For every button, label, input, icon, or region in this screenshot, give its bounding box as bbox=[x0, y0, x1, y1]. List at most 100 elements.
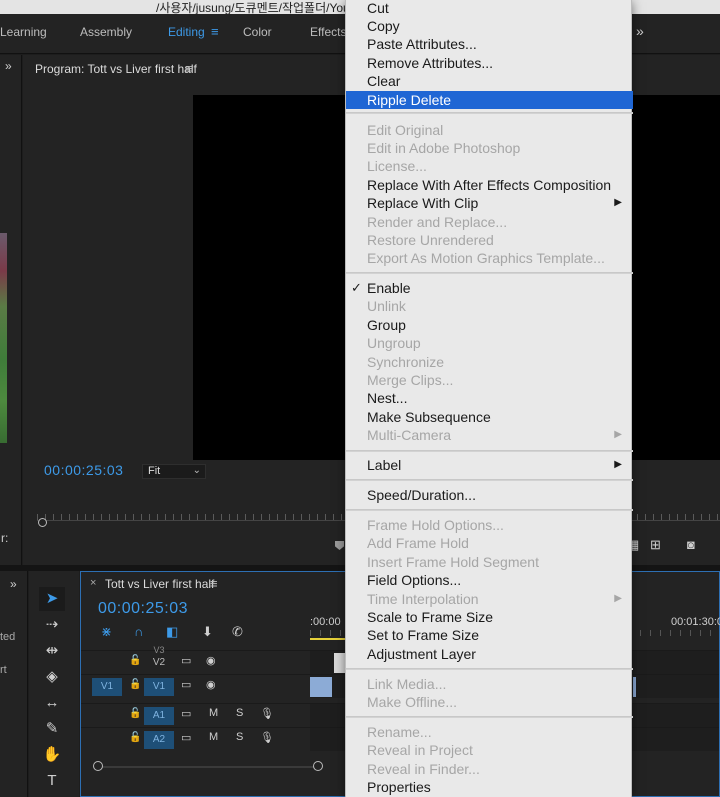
menu-item-speed-duration[interactable]: Speed/Duration... bbox=[346, 486, 633, 504]
work-area-bar[interactable] bbox=[310, 638, 350, 640]
timeline-timecode[interactable]: 00:00:25:03 bbox=[98, 600, 188, 618]
overwrite-icon[interactable]: ⊞ bbox=[650, 537, 661, 553]
sync-lock-icon[interactable]: ▭ bbox=[181, 731, 191, 744]
export-frame-camera-icon[interactable]: ◙ bbox=[687, 537, 695, 552]
menu-item-clear[interactable]: Clear bbox=[346, 72, 633, 90]
menu-item-paste-attributes[interactable]: Paste Attributes... bbox=[346, 35, 633, 53]
menu-item-cut[interactable]: Cut bbox=[346, 0, 633, 17]
nest-icon[interactable]: ⋇ bbox=[101, 624, 112, 640]
menu-item-reveal-in-project[interactable]: Reveal in Project bbox=[346, 741, 633, 759]
mute-button[interactable]: M bbox=[209, 731, 218, 743]
mute-button[interactable]: M bbox=[209, 707, 218, 719]
sync-lock-icon[interactable]: ▭ bbox=[181, 678, 191, 691]
menu-item-replace-with-clip[interactable]: Replace With Clip ▶ bbox=[346, 194, 633, 212]
menu-item-remove-attributes[interactable]: Remove Attributes... bbox=[346, 54, 633, 72]
workspace-tab-learning[interactable]: Learning bbox=[0, 25, 47, 39]
menu-item-multi-camera[interactable]: Multi-Camera ▶ bbox=[346, 426, 633, 444]
timeline-zoom-scrollbar[interactable] bbox=[93, 761, 323, 773]
type-tool-icon[interactable]: T bbox=[39, 769, 65, 793]
close-icon[interactable]: × bbox=[90, 577, 96, 589]
menu-item-enable[interactable]: ✓ Enable bbox=[346, 279, 633, 297]
hand-tool-icon[interactable]: ✋ bbox=[39, 743, 65, 767]
panel-menu-icon[interactable]: ≡ bbox=[185, 61, 193, 76]
track-label-a2[interactable]: A2 bbox=[144, 731, 174, 749]
track-label-a1[interactable]: A1 bbox=[144, 707, 174, 725]
menu-item-ungroup[interactable]: Ungroup bbox=[346, 334, 633, 352]
menu-item-export-mogrt[interactable]: Export As Motion Graphics Template... bbox=[346, 249, 633, 267]
razor-tool-icon[interactable]: ◈ bbox=[39, 665, 65, 689]
settings-wrench-icon[interactable]: ✆ bbox=[232, 624, 243, 640]
menu-item-set-to-frame-size[interactable]: Set to Frame Size bbox=[346, 626, 633, 644]
menu-item-unlink[interactable]: Unlink bbox=[346, 297, 633, 315]
solo-button[interactable]: S bbox=[236, 731, 243, 743]
source-thumbnail bbox=[0, 233, 7, 443]
expand-panel-icon[interactable]: » bbox=[10, 577, 17, 591]
sync-lock-icon[interactable]: ▭ bbox=[181, 654, 191, 667]
sync-lock-icon[interactable]: ▭ bbox=[181, 707, 191, 720]
scrollbar-left-handle[interactable] bbox=[93, 761, 103, 771]
solo-button[interactable]: S bbox=[236, 707, 243, 719]
menu-item-reveal-in-finder[interactable]: Reveal in Finder... bbox=[346, 760, 633, 778]
pen-tool-icon[interactable]: ✎ bbox=[39, 717, 65, 741]
track-select-tool-icon[interactable]: ⇢ bbox=[39, 613, 65, 637]
menu-item-restore-unrendered[interactable]: Restore Unrendered bbox=[346, 231, 633, 249]
source-patch-v1[interactable]: V1 bbox=[92, 678, 122, 696]
program-timecode[interactable]: 00:00:25:03 bbox=[44, 462, 123, 478]
menu-item-edit-original[interactable]: Edit Original bbox=[346, 121, 633, 139]
microphone-icon[interactable]: 🎙 bbox=[260, 707, 274, 720]
linked-selection-icon[interactable]: ◧ bbox=[166, 624, 178, 640]
menu-item-time-interpolation[interactable]: Time Interpolation ▶ bbox=[346, 590, 633, 608]
ripple-edit-tool-icon[interactable]: ⇹ bbox=[39, 639, 65, 663]
panel-menu-icon[interactable]: ≡ bbox=[210, 576, 218, 591]
menu-item-scale-to-frame-size[interactable]: Scale to Frame Size bbox=[346, 608, 633, 626]
workspace-tab-effects[interactable]: Effects bbox=[310, 25, 346, 39]
workspace-menu-icon[interactable]: ≡ bbox=[211, 24, 219, 39]
add-marker-icon[interactable]: ⬇ bbox=[202, 624, 213, 640]
menu-item-label-submenu[interactable]: Label ▶ bbox=[346, 456, 633, 474]
clip-edge[interactable] bbox=[633, 677, 636, 697]
snap-magnet-icon[interactable]: ∩ bbox=[134, 624, 143, 639]
menu-item-ripple-delete[interactable]: Ripple Delete bbox=[346, 91, 633, 109]
menu-item-copy[interactable]: Copy bbox=[346, 17, 633, 35]
slip-tool-icon[interactable]: ↔ bbox=[39, 691, 65, 715]
menu-item-merge-clips[interactable]: Merge Clips... bbox=[346, 371, 633, 389]
menu-item-edit-in-photoshop[interactable]: Edit in Adobe Photoshop bbox=[346, 139, 633, 157]
eye-icon[interactable]: ◉ bbox=[206, 654, 216, 667]
eye-icon[interactable]: ◉ bbox=[206, 678, 216, 691]
menu-item-group[interactable]: Group bbox=[346, 316, 633, 334]
lock-icon[interactable]: 🔓 bbox=[129, 732, 141, 743]
menu-item-rename[interactable]: Rename... bbox=[346, 723, 633, 741]
menu-item-make-offline[interactable]: Make Offline... bbox=[346, 693, 633, 711]
more-workspaces-icon[interactable]: » bbox=[636, 23, 644, 39]
workspace-tab-color[interactable]: Color bbox=[243, 25, 272, 39]
add-marker-icon[interactable] bbox=[335, 541, 344, 550]
menu-item-properties[interactable]: Properties bbox=[346, 778, 633, 796]
scrollbar-right-handle[interactable] bbox=[313, 761, 323, 771]
selection-tool-icon[interactable]: ➤ bbox=[39, 587, 65, 611]
menu-item-render-and-replace[interactable]: Render and Replace... bbox=[346, 213, 633, 231]
microphone-icon[interactable]: 🎙 bbox=[260, 731, 274, 744]
menu-item-insert-frame-hold-segment[interactable]: Insert Frame Hold Segment bbox=[346, 553, 633, 571]
workspace-tab-editing[interactable]: Editing bbox=[168, 25, 205, 39]
track-label-v1[interactable]: V1 bbox=[144, 678, 174, 696]
workspace-tab-assembly[interactable]: Assembly bbox=[80, 25, 132, 39]
menu-item-synchronize[interactable]: Synchronize bbox=[346, 353, 633, 371]
menu-item-link-media[interactable]: Link Media... bbox=[346, 675, 633, 693]
menu-item-license[interactable]: License... bbox=[346, 157, 633, 175]
playhead-handle[interactable] bbox=[38, 518, 47, 527]
clip-selected[interactable] bbox=[310, 677, 332, 697]
expand-panel-icon[interactable]: » bbox=[5, 59, 12, 73]
timeline-sequence-title[interactable]: Tott vs Liver first half bbox=[105, 577, 214, 591]
menu-item-make-subsequence[interactable]: Make Subsequence bbox=[346, 408, 633, 426]
menu-item-frame-hold-options[interactable]: Frame Hold Options... bbox=[346, 516, 633, 534]
zoom-fit-select[interactable]: Fit ⌄ bbox=[142, 464, 206, 479]
menu-item-nest[interactable]: Nest... bbox=[346, 389, 633, 407]
menu-item-replace-with-ae[interactable]: Replace With After Effects Composition bbox=[346, 176, 633, 194]
menu-item-field-options[interactable]: Field Options... bbox=[346, 571, 633, 589]
track-label-v2[interactable]: V2 bbox=[144, 654, 174, 672]
lock-icon[interactable]: 🔓 bbox=[129, 679, 141, 690]
menu-item-adjustment-layer[interactable]: Adjustment Layer bbox=[346, 645, 633, 663]
menu-item-add-frame-hold[interactable]: Add Frame Hold bbox=[346, 534, 633, 552]
lock-icon[interactable]: 🔓 bbox=[129, 655, 141, 666]
lock-icon[interactable]: 🔓 bbox=[129, 708, 141, 719]
